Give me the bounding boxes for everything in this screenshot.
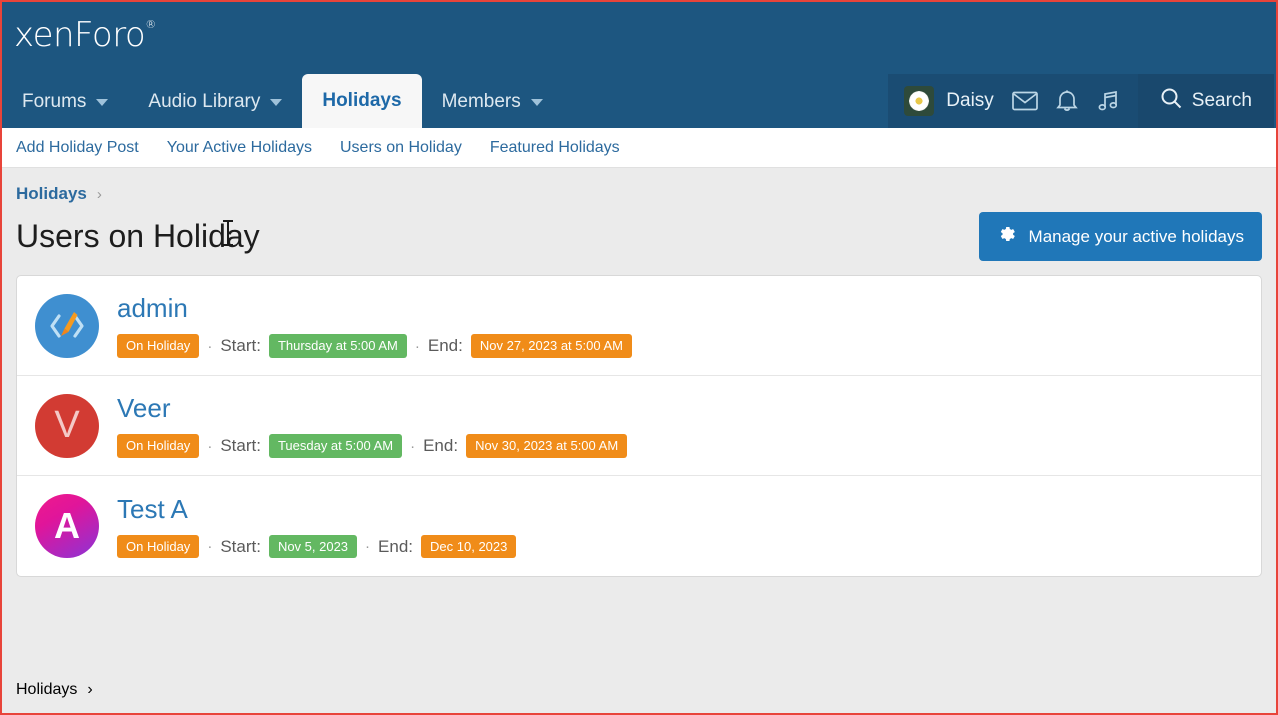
page-title-row: Users on Holiday Manage your active holi… bbox=[16, 212, 1262, 275]
nav-tab-list: Forums Audio Library Holidays Members bbox=[2, 70, 563, 128]
footer-breadcrumb-item-holidays[interactable]: Holidays bbox=[16, 681, 77, 699]
manage-button-label: Manage your active holidays bbox=[1029, 227, 1244, 247]
meta-separator: · bbox=[365, 538, 370, 555]
chevron-down-icon[interactable] bbox=[270, 99, 282, 106]
music-note-icon[interactable] bbox=[1096, 89, 1120, 113]
nav-tab-holidays[interactable]: Holidays bbox=[302, 74, 421, 128]
start-label: Start: bbox=[220, 436, 261, 456]
nav-tab-label: Members bbox=[442, 91, 521, 113]
subnav-link-featured-holidays[interactable]: Featured Holidays bbox=[490, 139, 620, 157]
end-label: End: bbox=[428, 336, 463, 356]
subnav-link-add-holiday-post[interactable]: Add Holiday Post bbox=[16, 139, 139, 157]
holiday-meta: On Holiday · Start: Thursday at 5:00 AM … bbox=[117, 334, 632, 358]
table-row[interactable]: A Test A On Holiday · Start: Nov 5, 2023… bbox=[17, 476, 1261, 576]
breadcrumb-separator-icon: › bbox=[97, 186, 102, 203]
footer-breadcrumb: Holidays › bbox=[16, 681, 93, 699]
search-icon bbox=[1160, 87, 1182, 115]
page-title-text: Users on Holiday bbox=[16, 218, 260, 254]
nav-tab-label: Audio Library bbox=[148, 91, 260, 113]
nav-tab-label: Holidays bbox=[322, 90, 401, 112]
start-date-badge: Tuesday at 5:00 AM bbox=[269, 434, 402, 458]
status-badge: On Holiday bbox=[117, 535, 199, 559]
user-name-link[interactable]: admin bbox=[117, 293, 632, 324]
page-title: Users on Holiday bbox=[16, 218, 260, 255]
chevron-down-icon[interactable] bbox=[96, 99, 108, 106]
user-info: Test A On Holiday · Start: Nov 5, 2023 ·… bbox=[117, 494, 516, 559]
gear-icon bbox=[997, 224, 1017, 249]
username-label: Daisy bbox=[946, 90, 994, 112]
end-label: End: bbox=[378, 537, 413, 557]
meta-separator: · bbox=[207, 438, 212, 455]
avatar-initial: V bbox=[54, 404, 79, 447]
subnav-link-users-on-holiday[interactable]: Users on Holiday bbox=[340, 139, 462, 157]
table-row[interactable]: V Veer On Holiday · Start: Tuesday at 5:… bbox=[17, 376, 1261, 476]
user-info: Veer On Holiday · Start: Tuesday at 5:00… bbox=[117, 393, 627, 458]
trademark-symbol: ® bbox=[145, 18, 156, 31]
holiday-meta: On Holiday · Start: Nov 5, 2023 · End: D… bbox=[117, 535, 516, 559]
nav-tab-members[interactable]: Members bbox=[422, 76, 563, 128]
search-label: Search bbox=[1192, 90, 1252, 112]
start-label: Start: bbox=[220, 537, 261, 557]
avatar bbox=[904, 86, 934, 116]
user-menu-link[interactable]: Daisy bbox=[904, 86, 994, 116]
table-row[interactable]: admin On Holiday · Start: Thursday at 5:… bbox=[17, 276, 1261, 376]
sub-navigation: Add Holiday Post Your Active Holidays Us… bbox=[2, 128, 1276, 168]
main-navigation: Forums Audio Library Holidays Members Da… bbox=[2, 70, 1276, 128]
meta-separator: · bbox=[410, 438, 415, 455]
avatar[interactable]: V bbox=[35, 394, 99, 458]
avatar[interactable]: A bbox=[35, 494, 99, 558]
start-label: Start: bbox=[220, 336, 261, 356]
meta-separator: · bbox=[415, 338, 420, 355]
bell-icon[interactable] bbox=[1056, 89, 1078, 113]
site-logo-text: xenForo bbox=[14, 15, 145, 55]
start-date-badge: Thursday at 5:00 AM bbox=[269, 334, 407, 358]
end-date-badge: Dec 10, 2023 bbox=[421, 535, 516, 559]
holiday-meta: On Holiday · Start: Tuesday at 5:00 AM ·… bbox=[117, 434, 627, 458]
nav-right-group: Daisy bbox=[888, 74, 1274, 128]
breadcrumb-separator-icon: › bbox=[87, 681, 92, 699]
nav-tab-forums[interactable]: Forums bbox=[2, 76, 128, 128]
envelope-icon[interactable] bbox=[1012, 91, 1038, 111]
user-info: admin On Holiday · Start: Thursday at 5:… bbox=[117, 293, 632, 358]
meta-separator: · bbox=[207, 338, 212, 355]
user-name-link[interactable]: Veer bbox=[117, 393, 627, 424]
subnav-link-your-active-holidays[interactable]: Your Active Holidays bbox=[167, 139, 312, 157]
site-header: xenForo® bbox=[2, 2, 1276, 70]
start-date-badge: Nov 5, 2023 bbox=[269, 535, 357, 559]
page-content: Holidays › Users on Holiday Manage your … bbox=[2, 168, 1276, 713]
breadcrumb-item-holidays[interactable]: Holidays bbox=[16, 184, 87, 204]
meta-separator: · bbox=[207, 538, 212, 555]
manage-active-holidays-button[interactable]: Manage your active holidays bbox=[979, 212, 1262, 261]
nav-tab-label: Forums bbox=[22, 91, 86, 113]
text-cursor-icon bbox=[227, 220, 229, 246]
status-badge: On Holiday bbox=[117, 334, 199, 358]
site-logo[interactable]: xenForo® bbox=[14, 18, 156, 52]
breadcrumb: Holidays › bbox=[16, 168, 1262, 212]
search-button[interactable]: Search bbox=[1138, 74, 1274, 128]
end-date-badge: Nov 30, 2023 at 5:00 AM bbox=[466, 434, 627, 458]
users-on-holiday-list: admin On Holiday · Start: Thursday at 5:… bbox=[16, 275, 1262, 577]
user-name-link[interactable]: Test A bbox=[117, 494, 516, 525]
end-date-badge: Nov 27, 2023 at 5:00 AM bbox=[471, 334, 632, 358]
avatar[interactable] bbox=[35, 294, 99, 358]
avatar-initial: A bbox=[54, 505, 80, 547]
status-badge: On Holiday bbox=[117, 434, 199, 458]
nav-tab-audio-library[interactable]: Audio Library bbox=[128, 76, 302, 128]
chevron-down-icon[interactable] bbox=[531, 99, 543, 106]
end-label: End: bbox=[423, 436, 458, 456]
user-menu-group: Daisy bbox=[888, 74, 1138, 128]
